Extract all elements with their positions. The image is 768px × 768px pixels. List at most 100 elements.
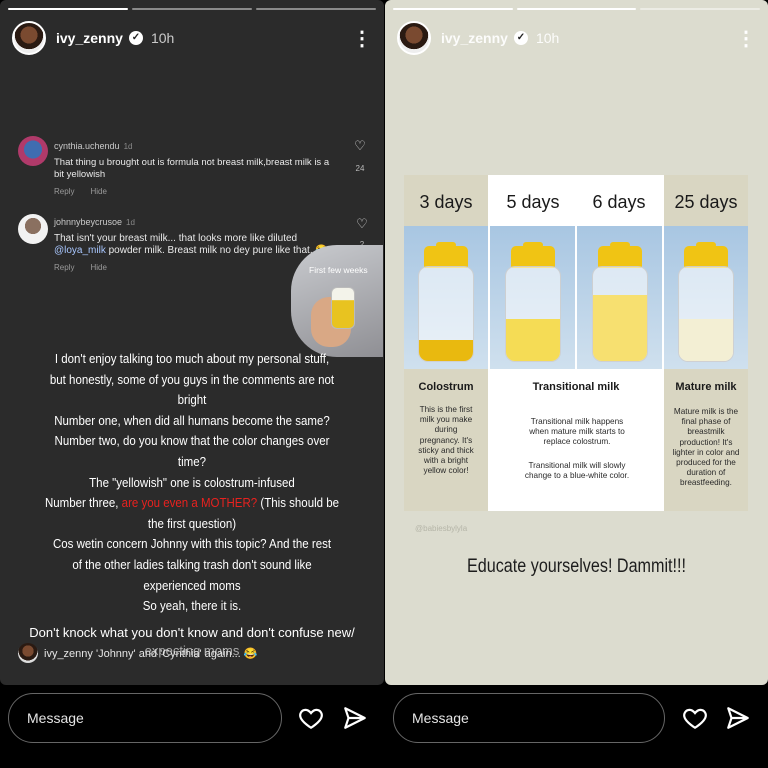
story-panel-right: ivy_zenny ✓ 10h ⋮ 3 days 5 days 6 days 2… <box>385 0 768 768</box>
comment-text: That thing u brought out is formula not … <box>54 157 330 180</box>
day-label: 6 days <box>592 192 646 212</box>
story-caption: I don't enjoy talking too much about my … <box>15 349 368 617</box>
comment-text-part: That isn't your breast milk... that look… <box>54 233 298 244</box>
caption-line: Number one, when did all humans become t… <box>54 413 330 428</box>
bottle-photo <box>404 226 488 369</box>
bottle-cap <box>510 242 555 268</box>
milk-bottle-image <box>331 287 355 329</box>
day-label: 3 days <box>419 192 473 212</box>
bottle-jar <box>504 266 561 362</box>
section-title: Mature milk <box>675 381 737 393</box>
story-reply-overlay: ivy_zenny 'Johnny' and 'Cynthia' again..… <box>18 643 258 663</box>
more-options-icon[interactable]: ⋮ <box>352 26 372 51</box>
breastmilk-infographic: 3 days 5 days 6 days 25 days Colostrum T… <box>404 175 748 511</box>
comment-username: cynthia.uchendu <box>54 141 120 151</box>
send-icon[interactable] <box>342 705 368 731</box>
comment-hide-label: Hide <box>90 187 107 196</box>
section-text: Mature milk is the final phase of breast… <box>672 407 740 488</box>
bottle-photo <box>490 226 575 369</box>
send-icon[interactable] <box>725 705 751 731</box>
caption-text: (This should be <box>260 496 340 511</box>
comment-screenshot: cynthia.uchendu 1d That thing u brought o… <box>18 136 368 196</box>
commenter-avatar <box>18 214 48 244</box>
heart-icon[interactable] <box>298 705 324 731</box>
comment-age: 1d <box>126 218 135 227</box>
progress-segment <box>256 8 376 10</box>
milk-bottle <box>504 242 561 362</box>
bottle-jar <box>591 266 648 362</box>
bottle-jar <box>418 266 474 362</box>
comment-body: cynthia.uchendu 1d That thing u brought o… <box>54 136 340 196</box>
timestamp: 10h <box>150 30 175 46</box>
bottle-photo <box>577 226 662 369</box>
video-thumbnail: First few weeks <box>291 245 383 357</box>
section-text: This is the first milk you make during p… <box>418 405 474 476</box>
story-card[interactable]: ivy_zenny ✓ 10h ⋮ cynthia.uchendu 1d That… <box>0 0 384 685</box>
day-label: 25 days <box>674 192 738 212</box>
username[interactable]: ivy_zenny <box>56 30 123 46</box>
progress-segment <box>8 8 128 10</box>
caption-line: So yeah, there it is. <box>142 599 242 614</box>
more-options-icon[interactable]: ⋮ <box>736 26 756 51</box>
commenter-avatar <box>18 136 48 166</box>
comment-reply-label: Reply <box>54 263 75 272</box>
comment-text-part: powder milk. Breast milk no dey pure lik… <box>108 245 328 256</box>
comment-mention: @loya_milk <box>54 245 106 256</box>
avatar[interactable] <box>397 21 431 55</box>
progress-segment <box>516 8 637 10</box>
milk-bottle <box>591 242 648 362</box>
message-input[interactable]: Message <box>393 693 665 743</box>
progress-segment <box>640 8 761 10</box>
heart-icon: ♡ <box>356 216 368 231</box>
caption-highlight: are you even a MOTHER? <box>121 496 258 511</box>
caption-line: Cos wetin concern Johnny with this topic… <box>52 537 332 552</box>
caption-line: I don't enjoy talking too much about my … <box>54 352 330 366</box>
story-viewer: ivy_zenny ✓ 10h ⋮ cynthia.uchendu 1d That… <box>0 0 768 768</box>
heart-icon[interactable] <box>682 705 708 731</box>
caption-text: Number three, <box>44 496 119 511</box>
day-label: 5 days <box>506 192 560 212</box>
verified-badge-icon: ✓ <box>128 31 143 45</box>
timestamp: 10h <box>535 30 560 46</box>
section-text: Transitional milk happens when mature mi… <box>529 417 625 447</box>
caption-line: bright <box>177 393 207 408</box>
thumbnail-caption: First few weeks <box>309 265 368 275</box>
bottle-jar <box>678 266 734 362</box>
comment-actions: Reply Hide <box>54 187 340 196</box>
bottle-cap <box>424 242 468 268</box>
caption-line: but honestly, some of you guys in the co… <box>49 372 335 387</box>
headline-text: Educate yourselves! Dammit!!! <box>466 556 687 577</box>
avatar[interactable] <box>12 21 46 55</box>
comment-like-count: 24 <box>355 164 365 173</box>
story-header: ivy_zenny ✓ 10h ⋮ <box>397 18 756 58</box>
username[interactable]: ivy_zenny <box>441 30 508 46</box>
caption-line: of the other ladies talking trash don't … <box>72 557 312 572</box>
comment-reply-label: Reply <box>54 187 75 196</box>
caption-line: the first question) <box>147 516 237 531</box>
message-input[interactable]: Message <box>8 693 282 743</box>
progress-segment <box>132 8 252 10</box>
caption-line: time? <box>177 454 207 469</box>
story-panel-left: ivy_zenny ✓ 10h ⋮ cynthia.uchendu 1d That… <box>0 0 384 768</box>
progress-segment <box>393 8 513 10</box>
milk-bottle <box>678 242 734 362</box>
caption-line: The "yellowish" one is colostrum-infused <box>89 475 295 490</box>
milk-fill <box>419 340 473 361</box>
heart-icon: ♡ <box>354 138 366 153</box>
milk-bottle <box>418 242 474 362</box>
caption-line: Don't knock what you don't know and don'… <box>29 625 355 640</box>
milk-fill <box>505 318 560 361</box>
progress-bar <box>8 8 376 10</box>
milk-fill <box>679 318 733 361</box>
comment-hide-label: Hide <box>90 263 107 272</box>
section-title: Colostrum <box>418 381 474 393</box>
bottle-cap <box>597 242 642 268</box>
bottle-cap <box>684 242 728 268</box>
section-title: Transitional milk <box>532 381 620 393</box>
caption-line: Number two, do you know that the color c… <box>54 434 330 449</box>
milk-fill <box>592 295 647 361</box>
comment-username: johnnybeycrusoe <box>54 217 123 227</box>
watermark: @babiesbylyla <box>415 524 468 533</box>
story-card[interactable]: ivy_zenny ✓ 10h ⋮ 3 days 5 days 6 days 2… <box>385 0 768 685</box>
comment-age: 1d <box>123 142 133 151</box>
